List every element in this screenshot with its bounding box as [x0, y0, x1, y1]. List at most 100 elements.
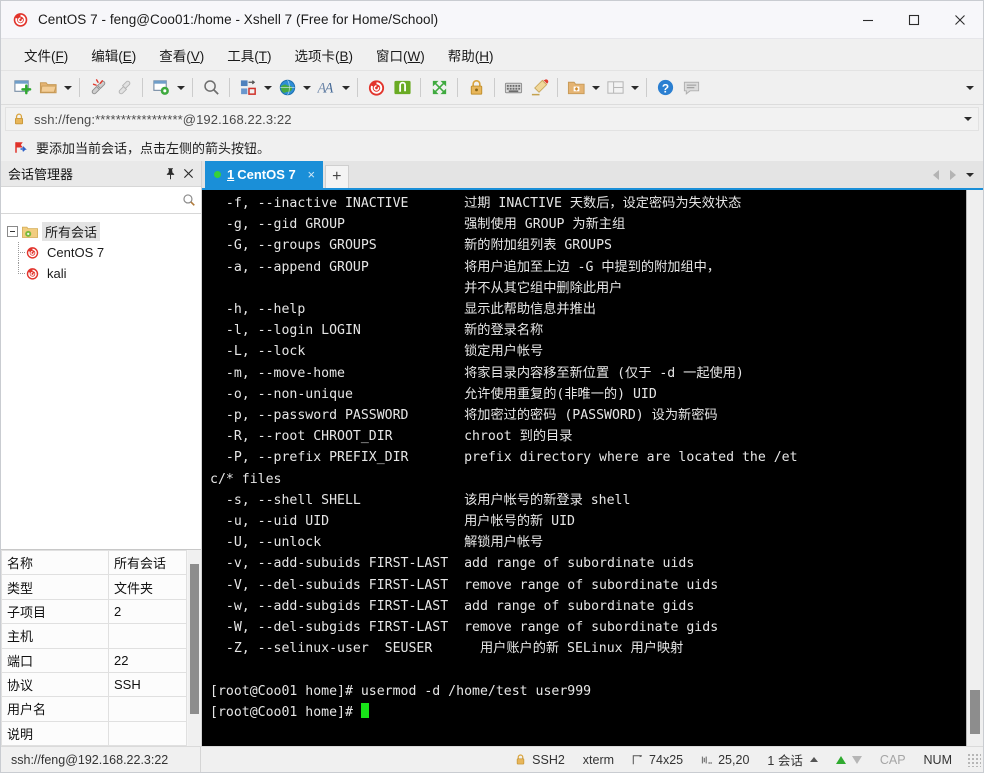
menu-view[interactable]: 查看(V)	[150, 42, 213, 68]
table-row: 主机	[1, 623, 187, 649]
table-row: 类型 文件夹	[1, 574, 187, 600]
status-caps-lock-text: CAP	[879, 752, 906, 767]
add-folder-dropdown-chevron[interactable]	[589, 75, 602, 101]
resize-grip[interactable]	[967, 752, 981, 767]
tab-list-chevron[interactable]	[961, 161, 978, 188]
session-properties-dropdown-chevron[interactable]	[174, 75, 187, 101]
session-properties-icon[interactable]	[148, 75, 174, 101]
open-folder-icon[interactable]	[35, 75, 61, 101]
terminal-line: -V, --del-subuids FIRST-LAST remove rang…	[210, 577, 719, 593]
menu-help[interactable]: 帮助(H)	[439, 42, 503, 68]
tree-item-all-sessions-label: 所有会话	[42, 222, 101, 241]
menu-window[interactable]: 窗口(W)	[367, 42, 434, 68]
tab-scroll-right-icon[interactable]	[944, 161, 961, 188]
menu-edit[interactable]: 编辑(E)	[82, 42, 145, 68]
fullscreen-icon[interactable]	[426, 75, 452, 101]
properties-scrollbar-thumb[interactable]	[190, 564, 199, 714]
web-browser-dropdown-chevron[interactable]	[300, 75, 313, 101]
toolbar-separator	[79, 78, 80, 97]
help-icon[interactable]: ?	[652, 75, 678, 101]
highlight-icon[interactable]	[526, 75, 552, 101]
terminal-line: -s, --shell SHELL 该用户帐号的新登录 shell	[210, 492, 631, 508]
menu-file[interactable]: 文件(F)	[15, 42, 77, 68]
new-session-icon[interactable]	[9, 75, 35, 101]
minimize-button[interactable]	[845, 1, 891, 38]
menu-edit-label: 编辑	[91, 48, 119, 64]
menu-file-label: 文件	[24, 48, 51, 64]
properties-scrollbar[interactable]	[188, 550, 201, 746]
maximize-button[interactable]	[891, 1, 937, 38]
terminal-line: -o, --non-unique 允许使用重复的(非唯一的) UID	[210, 386, 657, 402]
prop-key: 子项目	[1, 598, 109, 625]
status-sessions-chevron[interactable]	[809, 757, 818, 762]
session-manager-title: 会话管理器	[8, 167, 74, 182]
address-input[interactable]: ssh://feng:*****************@192.168.22.…	[5, 107, 979, 131]
add-folder-icon[interactable]	[563, 75, 589, 101]
tree-item-kali[interactable]: kali	[1, 263, 201, 284]
svg-text:?: ?	[661, 81, 668, 95]
status-num-lock-text: NUM	[923, 752, 952, 767]
menu-view-accel: V	[190, 48, 200, 64]
notice-bar: 要添加当前会话，点击左侧的箭头按钮。	[1, 133, 983, 161]
tab-centos7[interactable]: 1 CentOS 7 ×	[205, 161, 323, 188]
notice-text: 要添加当前会话，点击左侧的箭头按钮。	[36, 140, 271, 156]
tree-item-all-sessions[interactable]: 所有会话	[1, 221, 201, 242]
search-icon[interactable]	[198, 75, 224, 101]
terminal-screen[interactable]: -f, --inactive INACTIVE 过期 INACTIVE 天数后，…	[202, 190, 966, 746]
tree-item-centos7[interactable]: CentOS 7	[1, 242, 201, 263]
xftp-icon[interactable]	[389, 75, 415, 101]
menu-tabs[interactable]: 选项卡(B)	[286, 42, 363, 68]
layout-icon[interactable]	[602, 75, 628, 101]
web-browser-icon[interactable]	[274, 75, 300, 101]
status-sessions[interactable]: 1 会话	[758, 747, 826, 772]
tab-scroll-left-icon[interactable]	[927, 161, 944, 188]
toolbar-separator	[357, 78, 358, 97]
search-icon[interactable]	[181, 192, 197, 208]
tree-indent-guide	[7, 242, 25, 263]
terminal-area: -f, --inactive INACTIVE 过期 INACTIVE 天数后，…	[202, 188, 983, 746]
toolbar-separator	[192, 78, 193, 97]
tree-expander-icon[interactable]	[7, 226, 18, 237]
tab-close-icon[interactable]: ×	[305, 167, 318, 182]
table-row: 名称 所有会话	[1, 550, 187, 576]
resize-icon	[632, 754, 643, 764]
close-icon[interactable]	[179, 164, 197, 183]
menu-view-label: 查看	[159, 48, 187, 64]
layout-dropdown-chevron[interactable]	[628, 75, 641, 101]
open-folder-dropdown-chevron[interactable]	[61, 75, 74, 101]
terminal-line: 并不从其它组中删除此用户	[210, 280, 623, 296]
menu-tools[interactable]: 工具(T)	[218, 42, 280, 68]
prop-value: 文件夹	[108, 574, 187, 600]
font-icon[interactable]: A A	[313, 75, 339, 101]
session-search-row	[1, 186, 201, 214]
toolbar-overflow-chevron[interactable]	[963, 71, 977, 104]
tab-strip: 1 CentOS 7 × +	[202, 161, 983, 188]
prop-key: 说明	[1, 720, 109, 746]
close-button[interactable]	[937, 1, 983, 38]
arrow-up-icon	[835, 755, 846, 764]
new-tab-button[interactable]: +	[324, 165, 349, 188]
table-row: 用户名	[1, 696, 187, 722]
terminal-line: -U, --unlock 解锁用户帐号	[210, 535, 544, 551]
tab-strip-controls	[927, 161, 983, 188]
terminal-scrollbar-thumb[interactable]	[970, 690, 980, 734]
tree-item-centos7-label: CentOS 7	[47, 245, 105, 260]
menu-edit-accel: E	[122, 48, 132, 64]
menu-help-accel: H	[479, 48, 490, 64]
lock-icon[interactable]	[463, 75, 489, 101]
file-transfer-dropdown-chevron[interactable]	[261, 75, 274, 101]
disconnect-icon[interactable]	[85, 75, 111, 101]
file-transfer-icon[interactable]	[235, 75, 261, 101]
title-bar: CentOS 7 - feng@Coo01:/home - Xshell 7 (…	[1, 1, 983, 39]
terminal-prompt-line: [root@Coo01 home]#	[210, 704, 361, 720]
xshell-icon[interactable]	[363, 75, 389, 101]
chat-icon[interactable]	[678, 75, 704, 101]
font-dropdown-chevron[interactable]	[339, 75, 352, 101]
session-search-input[interactable]	[7, 192, 181, 208]
reconnect-icon[interactable]	[111, 75, 137, 101]
terminal-scrollbar[interactable]	[966, 190, 983, 746]
keyboard-icon[interactable]	[500, 75, 526, 101]
terminal-line: -W, --del-subgids FIRST-LAST remove rang…	[210, 620, 719, 636]
address-dropdown-chevron[interactable]	[964, 117, 972, 121]
pin-icon[interactable]	[161, 164, 179, 183]
